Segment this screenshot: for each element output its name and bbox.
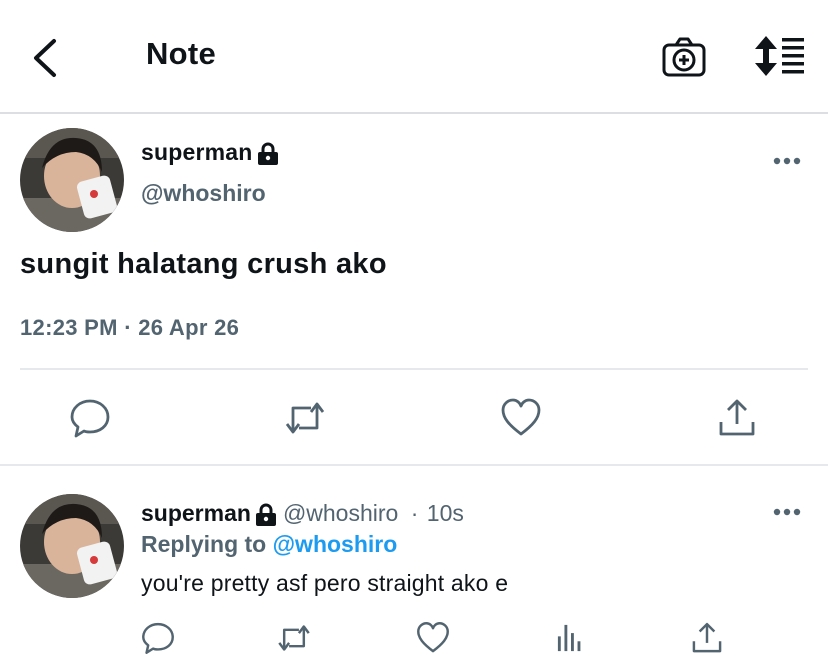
like-icon[interactable]: [499, 396, 543, 440]
divider: [0, 464, 828, 466]
avatar[interactable]: [20, 494, 124, 598]
tweet-timestamp[interactable]: 12:23 PM · 26 Apr 26: [20, 315, 239, 341]
reply-display-name[interactable]: superman: [141, 500, 251, 526]
analytics-icon[interactable]: [553, 620, 589, 656]
author-name[interactable]: superman: [141, 139, 279, 166]
lock-icon: [255, 503, 276, 526]
retweet-icon[interactable]: [283, 396, 327, 440]
mention-link[interactable]: @whoshiro: [273, 531, 398, 557]
retweet-icon[interactable]: [276, 620, 312, 656]
lock-icon: [257, 142, 278, 165]
camera-plus-icon[interactable]: [662, 36, 706, 78]
share-icon[interactable]: [715, 396, 759, 440]
share-icon[interactable]: [689, 620, 725, 656]
like-icon[interactable]: [415, 620, 451, 656]
reply-handle[interactable]: @whoshiro: [283, 500, 398, 526]
reply-age: 10s: [426, 500, 464, 526]
back-icon[interactable]: [30, 38, 62, 78]
replying-prefix: Replying to: [141, 531, 267, 557]
separator: ·: [410, 500, 419, 526]
more-icon[interactable]: [772, 156, 802, 166]
top-bar: Note: [0, 0, 828, 114]
more-icon[interactable]: [772, 507, 802, 517]
tweet-text: sungit halatang crush ako: [20, 248, 387, 280]
reply-icon[interactable]: [140, 620, 176, 656]
replying-to: Replying to @whoshiro: [141, 531, 397, 558]
author-display-name[interactable]: superman: [141, 139, 253, 165]
sort-icon[interactable]: [754, 35, 806, 77]
reply-text: you're pretty asf pero straight ako e: [141, 570, 509, 596]
page-title: Note: [146, 36, 217, 71]
reply-header: superman @whoshiro · 10s: [141, 500, 464, 527]
reply-icon[interactable]: [68, 396, 112, 440]
avatar[interactable]: [20, 128, 124, 232]
divider: [20, 368, 808, 370]
author-handle[interactable]: @whoshiro: [141, 180, 266, 207]
